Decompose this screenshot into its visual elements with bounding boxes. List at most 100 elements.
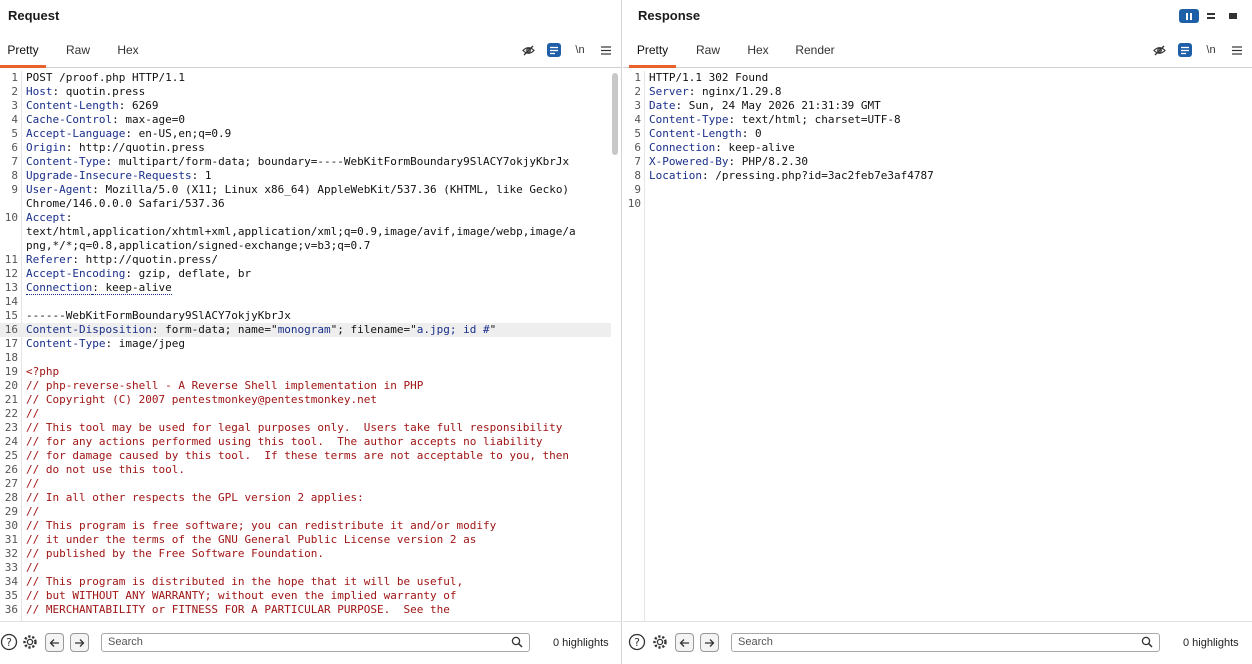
code-token: : /pressing.php?id=3ac2feb7e3af4787	[701, 169, 934, 182]
line-text: Content-Type: multipart/form-data; bound…	[18, 155, 569, 169]
line-text: //	[18, 407, 39, 421]
line-text: Accept:	[18, 211, 72, 225]
line-text: Date: Sun, 24 May 2026 21:31:39 GMT	[641, 99, 881, 113]
search-back-button[interactable]	[45, 633, 64, 652]
layout-stacked-button[interactable]	[1201, 9, 1221, 23]
line-text: User-Agent: Mozilla/5.0 (X11; Linux x86_…	[18, 183, 569, 197]
request-toolbar: \n	[521, 43, 613, 57]
code-token: :	[65, 211, 73, 224]
code-token: a.jpg; id #	[416, 323, 490, 336]
tab-response-raw[interactable]: Raw	[690, 37, 726, 68]
menu-icon[interactable]	[1230, 43, 1244, 57]
newline-icon[interactable]: \n	[573, 43, 587, 57]
layout-single-button[interactable]	[1223, 9, 1243, 23]
settings-gear-icon[interactable]	[21, 633, 39, 651]
line-text: // This program is free software; you ca…	[18, 519, 496, 533]
header-name: X-Powered-By	[649, 155, 729, 168]
line-text: Host: quotin.press	[18, 85, 145, 99]
request-search-input[interactable]: Search	[101, 633, 530, 652]
line-number: 14	[4, 295, 18, 308]
line-number: 1	[11, 71, 18, 84]
layout-side-by-side-button[interactable]	[1179, 9, 1199, 23]
line-number: 2	[634, 85, 641, 98]
line-text	[641, 183, 649, 197]
search-icon	[511, 636, 523, 648]
eye-off-icon[interactable]	[1152, 43, 1166, 57]
request-code-line: Chrome/146.0.0.0 Safari/537.36	[0, 197, 611, 211]
header-name: Accept-Encoding	[26, 267, 126, 280]
word-wrap-icon[interactable]	[547, 43, 561, 57]
line-number	[0, 225, 18, 239]
request-code-line: 32 // published by the Free Software Foun…	[0, 547, 611, 561]
request-title: Request	[8, 8, 60, 23]
header-name: Host	[26, 85, 53, 98]
line-text: Accept-Language: en-US,en;q=0.9	[18, 127, 231, 141]
request-code-line: 24 // for any actions performed using thi…	[0, 435, 611, 449]
header-name: Cache-Control	[26, 113, 113, 126]
line-text	[641, 197, 649, 211]
header-name: Origin	[26, 141, 66, 154]
request-scrollbar[interactable]	[612, 73, 618, 155]
help-icon[interactable]: ?	[0, 633, 18, 651]
code-token: // it under the terms of the GNU General…	[26, 533, 477, 546]
eye-off-icon[interactable]	[521, 43, 535, 57]
request-code-line: 36 // MERCHANTABILITY or FITNESS FOR A PA…	[0, 603, 611, 617]
line-number: 24	[4, 435, 18, 448]
code-token: // published by the Free Software Founda…	[26, 547, 325, 560]
line-text: //	[18, 477, 39, 491]
tab-response-render[interactable]: Render	[790, 37, 840, 68]
menu-icon[interactable]	[599, 43, 613, 57]
request-editor[interactable]: 1 POST /proof.php HTTP/1.1 2 Host: quotin.p…	[0, 71, 621, 621]
line-text: HTTP/1.1 302 Found	[641, 71, 768, 85]
line-text: // In all other respects the GPL version…	[18, 491, 364, 505]
code-token: : image/jpeg	[105, 337, 185, 350]
request-code-line: 26 // do not use this tool.	[0, 463, 611, 477]
line-text: //	[18, 505, 39, 519]
line-text: // it under the terms of the GNU General…	[18, 533, 476, 547]
search-forward-button[interactable]	[700, 633, 719, 652]
request-code-line: png,*/*;q=0.8,application/signed-exchang…	[0, 239, 611, 253]
line-text	[18, 295, 26, 309]
line-number: 29	[4, 505, 18, 518]
code-token: // This program is distributed in the ho…	[26, 575, 464, 588]
code-token: // but WITHOUT ANY WARRANTY; without eve…	[26, 589, 457, 602]
line-text: <?php	[18, 365, 59, 379]
line-text: Upgrade-Insecure-Requests: 1	[18, 169, 211, 183]
response-editor[interactable]: 1 HTTP/1.1 302 Found 2 Server: nginx/1.29.8…	[623, 71, 1252, 621]
request-code-line: 10 Accept:	[0, 211, 611, 225]
request-code-line: 14	[0, 295, 611, 309]
line-text: POST /proof.php HTTP/1.1	[18, 71, 185, 85]
line-text: // Copyright (C) 2007 pentestmonkey@pent…	[18, 393, 377, 407]
search-back-button[interactable]	[675, 633, 694, 652]
newline-icon[interactable]: \n	[1204, 43, 1218, 57]
tab-request-pretty[interactable]: Pretty	[0, 37, 46, 68]
tab-request-hex[interactable]: Hex	[110, 37, 146, 68]
word-wrap-icon[interactable]	[1178, 43, 1192, 57]
response-search-input[interactable]: Search	[731, 633, 1160, 652]
line-text: // for damage caused by this tool. If th…	[18, 449, 569, 463]
request-code-line: 8 Upgrade-Insecure-Requests: 1	[0, 169, 611, 183]
line-number: 22	[4, 407, 18, 420]
code-token: // php-reverse-shell - A Reverse Shell i…	[26, 379, 424, 392]
header-name: Content-Type	[26, 337, 106, 350]
svg-text:?: ?	[6, 636, 12, 649]
tab-request-raw[interactable]: Raw	[60, 37, 96, 68]
response-code-line: 4 Content-Type: text/html; charset=UTF-8	[623, 113, 1242, 127]
help-icon[interactable]: ?	[628, 633, 646, 651]
line-text: png,*/*;q=0.8,application/signed-exchang…	[18, 239, 370, 253]
code-token: "	[489, 323, 497, 336]
search-forward-button[interactable]	[70, 633, 89, 652]
line-number: 34	[4, 575, 18, 588]
line-number: 2	[11, 85, 18, 98]
tab-response-pretty[interactable]: Pretty	[629, 37, 676, 68]
line-number: 16	[4, 323, 18, 336]
request-code-line: 28 // In all other respects the GPL versi…	[0, 491, 611, 505]
settings-gear-icon[interactable]	[651, 633, 669, 651]
line-number: 11	[4, 253, 18, 266]
response-lines: 1 HTTP/1.1 302 Found 2 Server: nginx/1.29.8…	[623, 71, 1242, 211]
line-number: 36	[4, 603, 18, 616]
tab-response-hex[interactable]: Hex	[740, 37, 776, 68]
code-token: : Sun, 24 May 2026 21:31:39 GMT	[675, 99, 881, 112]
request-code-line: 22 //	[0, 407, 611, 421]
line-text: Cache-Control: max-age=0	[18, 113, 185, 127]
